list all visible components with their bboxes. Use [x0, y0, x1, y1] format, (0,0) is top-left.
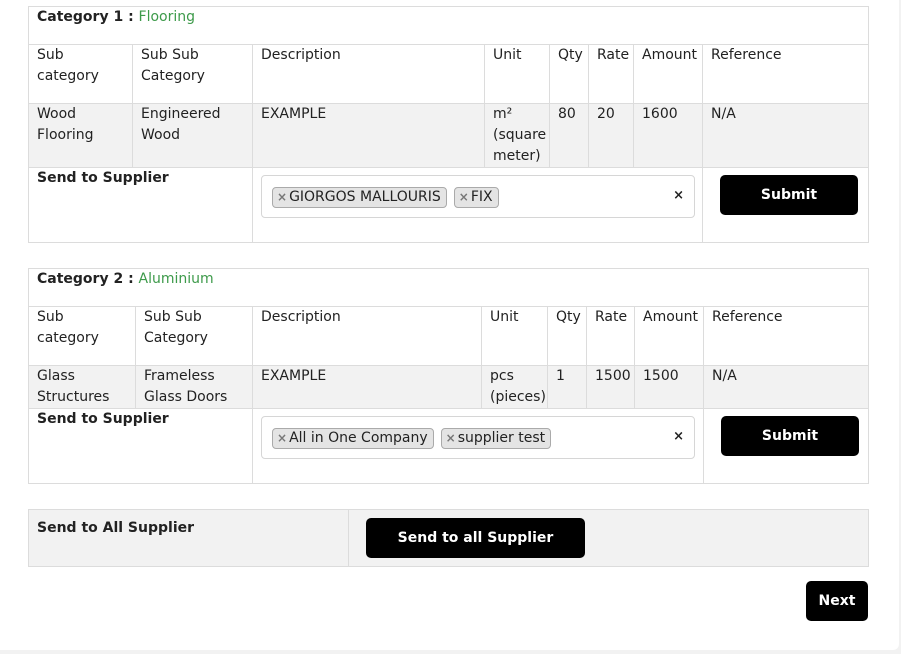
supplier-tag-label: FIX — [470, 189, 493, 205]
cell-rate: 20 — [588, 103, 634, 168]
tag-remove-icon[interactable]: × — [277, 190, 287, 204]
clear-all-icon[interactable]: × — [673, 185, 684, 206]
header-unit: Unit — [484, 44, 550, 104]
cell-qty: 1 — [547, 365, 587, 409]
cell-unit: pcs (pieces) — [481, 365, 548, 409]
cell-rate: 1500 — [586, 365, 635, 409]
clear-all-icon[interactable]: × — [673, 426, 684, 447]
tag-remove-icon[interactable]: × — [277, 431, 287, 445]
supplier-tag: × supplier test — [440, 428, 552, 449]
cell-reference: N/A — [702, 365, 870, 409]
send-supplier-row: Send to Supplier × All in One Company × sup… — [28, 408, 870, 484]
cell-unit: m² (square meter) — [484, 103, 550, 168]
send-all-table: Send to All Supplier Send to all Supplie… — [28, 509, 869, 567]
category-title: Category 1 : Flooring — [27, 6, 870, 45]
category-title: Category 2 : Aluminium — [27, 268, 870, 307]
header-qty: Qty — [549, 44, 589, 104]
header-sub-sub-category: Sub Sub Category — [135, 306, 253, 366]
header-rate: Rate — [586, 306, 635, 366]
table-header-row: Sub category Sub Sub Category Descriptio… — [28, 44, 870, 104]
header-sub-category: Sub category — [28, 306, 136, 366]
cell-sub-sub-category: Engineered Wood — [132, 103, 253, 168]
cell-amount: 1600 — [633, 103, 703, 168]
header-amount: Amount — [634, 306, 704, 366]
header-description: Description — [252, 306, 482, 366]
category-table-1: Category 1 : Flooring Sub category Sub S… — [27, 6, 870, 243]
cell-sub-category: Wood Flooring — [28, 103, 133, 168]
send-to-all-label: Send to All Supplier — [28, 509, 349, 567]
submit-button[interactable]: Submit — [720, 175, 858, 215]
cell-sub-sub-category: Frameless Glass Doors — [135, 365, 253, 409]
header-reference: Reference — [701, 44, 870, 104]
supplier-tag: × GIORGOS MALLOURIS — [272, 187, 447, 208]
header-amount: Amount — [633, 44, 703, 104]
cell-description: EXAMPLE — [252, 103, 485, 168]
tag-remove-icon[interactable]: × — [459, 190, 469, 204]
category-label: Category 2 : — [37, 271, 134, 287]
category-name: Flooring — [138, 9, 196, 25]
supplier-tag-label: All in One Company — [289, 430, 428, 446]
table-header-row: Sub category Sub Sub Category Descriptio… — [28, 306, 870, 366]
category-name: Aluminium — [138, 271, 214, 287]
cell-reference: N/A — [701, 103, 870, 168]
supplier-tag-label: GIORGOS MALLOURIS — [289, 189, 441, 205]
tag-remove-icon[interactable]: × — [446, 431, 456, 445]
cell-amount: 1500 — [634, 365, 704, 409]
supplier-tag: × FIX — [453, 187, 499, 208]
category-label: Category 1 : — [37, 9, 134, 25]
cell-description: EXAMPLE — [252, 365, 482, 409]
supplier-select[interactable]: × GIORGOS MALLOURIS × FIX × — [261, 175, 695, 218]
header-rate: Rate — [588, 44, 634, 104]
header-sub-sub-category: Sub Sub Category — [132, 44, 253, 104]
send-to-supplier-label: Send to Supplier — [28, 408, 253, 484]
submit-button[interactable]: Submit — [721, 416, 859, 456]
header-unit: Unit — [481, 306, 548, 366]
send-to-all-button[interactable]: Send to all Supplier — [366, 518, 585, 558]
header-sub-category: Sub category — [28, 44, 133, 104]
category-table-2: Category 2 : Aluminium Sub category Sub … — [27, 268, 870, 484]
table-row: Glass Structures Frameless Glass Doors E… — [28, 365, 870, 409]
header-description: Description — [252, 44, 485, 104]
main-card: Category 1 : Flooring Sub category Sub S… — [0, 0, 899, 650]
supplier-select[interactable]: × All in One Company × supplier test × — [261, 416, 695, 459]
supplier-tag: × All in One Company — [272, 428, 434, 449]
supplier-tag-label: supplier test — [457, 430, 546, 446]
table-row: Wood Flooring Engineered Wood EXAMPLE m²… — [28, 103, 870, 168]
header-reference: Reference — [702, 306, 870, 366]
send-supplier-row: Send to Supplier × GIORGOS MALLOURIS × FIX … — [28, 167, 870, 243]
next-button[interactable]: Next — [806, 581, 868, 621]
send-to-supplier-label: Send to Supplier — [28, 167, 253, 243]
header-qty: Qty — [547, 306, 587, 366]
cell-sub-category: Glass Structures — [28, 365, 136, 409]
cell-qty: 80 — [549, 103, 589, 168]
